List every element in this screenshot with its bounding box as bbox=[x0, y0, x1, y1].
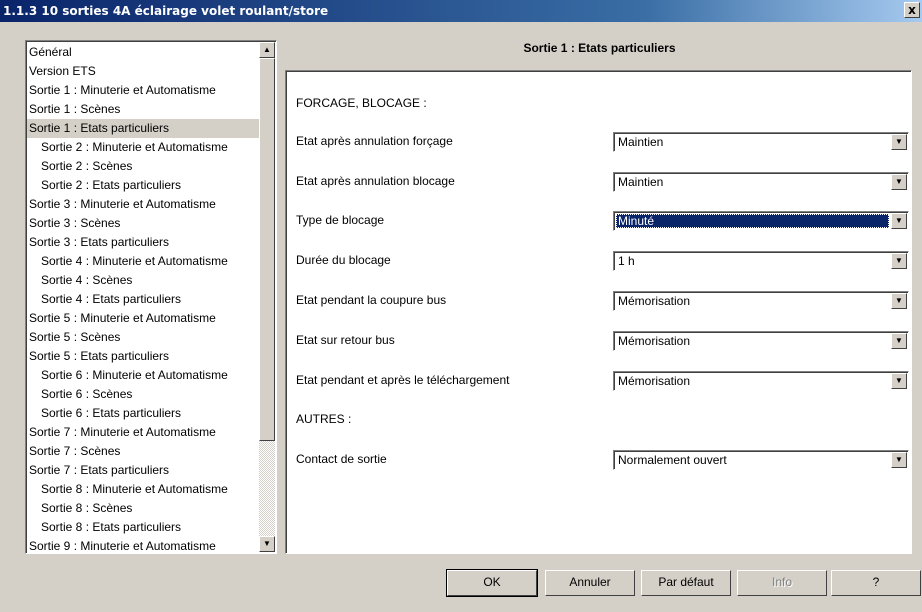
param-dropdown[interactable]: 1 h ▼ bbox=[613, 251, 909, 271]
tree-item[interactable]: Sortie 5 : Minuterie et Automatisme bbox=[27, 309, 259, 328]
dropdown-arrow-icon[interactable]: ▼ bbox=[891, 373, 907, 389]
scroll-down-icon[interactable]: ▼ bbox=[259, 536, 275, 552]
tree-item[interactable]: Sortie 2 : Minuterie et Automatisme bbox=[27, 138, 259, 157]
tree-item[interactable]: Général bbox=[27, 43, 259, 62]
dropdown-value: 1 h bbox=[618, 254, 635, 268]
dropdown-arrow-icon[interactable]: ▼ bbox=[891, 213, 907, 229]
title-bar: 1.1.3 10 sorties 4A éclairage volet roul… bbox=[0, 0, 922, 22]
tree-item[interactable]: Sortie 4 : Scènes bbox=[27, 271, 259, 290]
dropdown-arrow-icon[interactable]: ▼ bbox=[891, 174, 907, 190]
tree-item[interactable]: Sortie 5 : Scènes bbox=[27, 328, 259, 347]
tree-item[interactable]: Sortie 3 : Minuterie et Automatisme bbox=[27, 195, 259, 214]
param-label: Type de blocage bbox=[296, 213, 385, 227]
panel-title: Sortie 1 : Etats particuliers bbox=[523, 41, 676, 55]
dropdown-value: Mémorisation bbox=[618, 334, 691, 348]
ok-button[interactable]: OK bbox=[446, 569, 538, 597]
tree-scrollbar[interactable]: ▲ ▼ bbox=[259, 42, 275, 552]
dropdown-arrow-icon[interactable]: ▼ bbox=[891, 253, 907, 269]
param-dropdown[interactable]: Normalement ouvert ▼ bbox=[613, 450, 909, 470]
param-dropdown[interactable]: Minuté ▼ bbox=[613, 211, 909, 231]
tree-item[interactable]: Sortie 6 : Etats particuliers bbox=[27, 404, 259, 423]
window-title: 1.1.3 10 sorties 4A éclairage volet roul… bbox=[3, 4, 329, 18]
dropdown-value: Normalement ouvert bbox=[618, 453, 727, 467]
param-dropdown[interactable]: Mémorisation ▼ bbox=[613, 371, 909, 391]
dropdown-value: Maintien bbox=[618, 175, 664, 189]
scroll-thumb[interactable] bbox=[259, 58, 275, 441]
parameter-tree[interactable]: Général Version ETS Sortie 1 : Minuterie e… bbox=[25, 40, 277, 554]
tree-item[interactable]: Sortie 1 : Minuterie et Automatisme bbox=[27, 81, 259, 100]
dropdown-arrow-icon[interactable]: ▼ bbox=[891, 333, 907, 349]
dropdown-arrow-icon[interactable]: ▼ bbox=[891, 134, 907, 150]
tree-item[interactable]: Sortie 5 : Etats particuliers bbox=[27, 347, 259, 366]
tree-item[interactable]: Sortie 7 : Scènes bbox=[27, 442, 259, 461]
tree-item[interactable]: Sortie 8 : Minuterie et Automatisme bbox=[27, 480, 259, 499]
param-label: Contact de sortie bbox=[296, 452, 387, 466]
section-forcage-blocage: FORCAGE, BLOCAGE : bbox=[296, 96, 427, 110]
tree-item[interactable]: Sortie 9 : Minuterie et Automatisme bbox=[27, 537, 259, 553]
tree-item[interactable]: Sortie 3 : Etats particuliers bbox=[27, 233, 259, 252]
dropdown-value: Maintien bbox=[618, 135, 664, 149]
dropdown-arrow-icon[interactable]: ▼ bbox=[891, 293, 907, 309]
param-label: Etat après annulation blocage bbox=[296, 174, 455, 188]
close-button[interactable]: x bbox=[904, 2, 920, 18]
tree-item[interactable]: Sortie 4 : Minuterie et Automatisme bbox=[27, 252, 259, 271]
tree-item[interactable]: Sortie 1 : Scènes bbox=[27, 100, 259, 119]
cancel-button[interactable]: Annuler bbox=[545, 570, 635, 596]
param-label: Etat pendant la coupure bus bbox=[296, 293, 447, 307]
tree-item[interactable]: Sortie 8 : Scènes bbox=[27, 499, 259, 518]
tree-item[interactable]: Sortie 8 : Etats particuliers bbox=[27, 518, 259, 537]
tree-item[interactable]: Sortie 2 : Etats particuliers bbox=[27, 176, 259, 195]
param-dropdown[interactable]: Mémorisation ▼ bbox=[613, 291, 909, 311]
param-dropdown[interactable]: Maintien ▼ bbox=[613, 132, 909, 152]
tree-item[interactable]: Sortie 7 : Minuterie et Automatisme bbox=[27, 423, 259, 442]
param-label: Etat après annulation forçage bbox=[296, 134, 453, 148]
section-autres: AUTRES : bbox=[296, 412, 352, 426]
dropdown-value: Minuté bbox=[616, 214, 889, 228]
param-dropdown[interactable]: Mémorisation ▼ bbox=[613, 331, 909, 351]
dropdown-arrow-icon[interactable]: ▼ bbox=[891, 452, 907, 468]
dropdown-value: Mémorisation bbox=[618, 374, 691, 388]
tree-item[interactable]: Sortie 1 : Etats particuliers bbox=[27, 119, 259, 138]
scroll-up-icon[interactable]: ▲ bbox=[259, 42, 275, 58]
param-label: Etat pendant et après le téléchargement bbox=[296, 373, 510, 387]
param-dropdown[interactable]: Maintien ▼ bbox=[613, 172, 909, 192]
param-label: Etat sur retour bus bbox=[296, 333, 395, 347]
default-button[interactable]: Par défaut bbox=[641, 570, 731, 596]
tree-item[interactable]: Version ETS bbox=[27, 62, 259, 81]
help-button[interactable]: ? bbox=[831, 570, 921, 596]
info-button[interactable]: Info bbox=[737, 570, 827, 596]
tree-item[interactable]: Sortie 7 : Etats particuliers bbox=[27, 461, 259, 480]
param-label: Durée du blocage bbox=[296, 253, 391, 267]
tree-item[interactable]: Sortie 2 : Scènes bbox=[27, 157, 259, 176]
tree-item[interactable]: Sortie 6 : Minuterie et Automatisme bbox=[27, 366, 259, 385]
tree-item[interactable]: Sortie 6 : Scènes bbox=[27, 385, 259, 404]
tree-list: Général Version ETS Sortie 1 : Minuterie e… bbox=[27, 43, 259, 553]
dropdown-value: Mémorisation bbox=[618, 294, 691, 308]
parameter-panel: FORCAGE, BLOCAGE : Etat après annulation… bbox=[285, 70, 912, 554]
tree-item[interactable]: Sortie 3 : Scènes bbox=[27, 214, 259, 233]
tree-item[interactable]: Sortie 4 : Etats particuliers bbox=[27, 290, 259, 309]
